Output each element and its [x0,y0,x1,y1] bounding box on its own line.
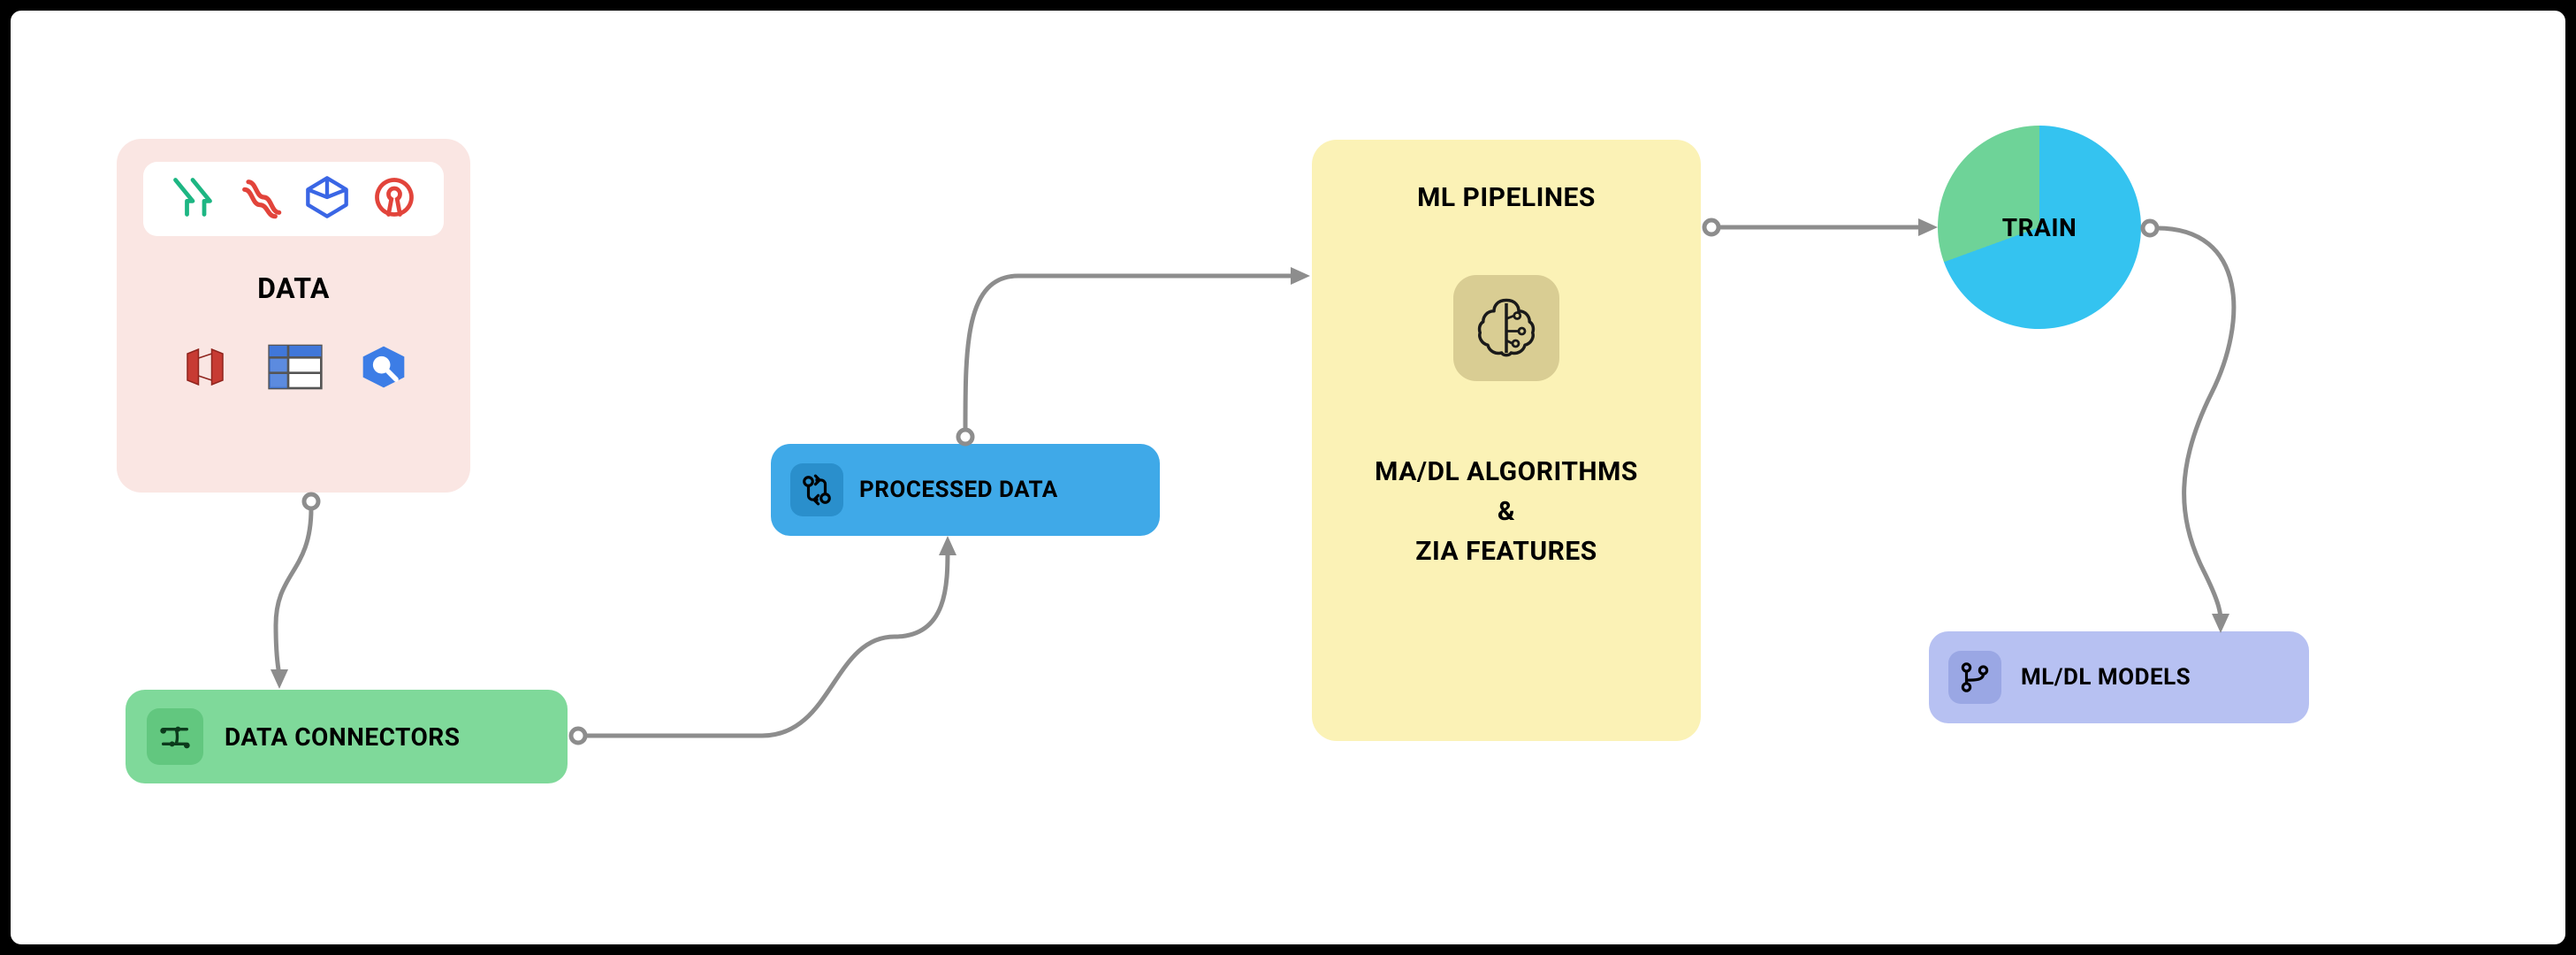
models-label: ML/DL MODELS [2021,664,2191,691]
arrow-train-to-models [2132,216,2327,640]
bigquery-icon [359,342,408,395]
ml-pipelines-subtitle: MA/DL ALGORITHMS & ZIA FEATURES [1375,452,1638,571]
redshift-icon [179,340,232,397]
pipelines-subtitle-amp: & [1498,496,1515,527]
train-node: TRAIN [1938,126,2141,329]
data-sources-card: DATA [117,139,470,493]
airbyte-icon [170,174,216,224]
pipelines-subtitle-line1: MA/DL ALGORITHMS [1375,456,1638,487]
brain-icon [1453,275,1559,381]
data-sources-row-2 [161,340,426,397]
table-icon [267,342,324,395]
git-branch-icon [1948,651,2001,704]
connector-icon [147,708,203,765]
arrow-pipelines-to-train [1701,210,1948,245]
abstract-icon [304,174,350,224]
ml-pipelines-title: ML PIPELINES [1417,182,1596,213]
train-label: TRAIN [2002,213,2077,242]
data-connectors-node: DATA CONNECTORS [126,690,568,783]
arrow-connectors-to-processed [568,531,974,752]
retool-icon [237,174,283,224]
opensource-icon [371,174,417,224]
processed-data-node: PROCESSED DATA [771,444,1160,536]
arrow-data-to-connectors [258,493,364,691]
models-node: ML/DL MODELS [1929,631,2309,723]
data-sources-row-1 [143,162,444,236]
ml-pipelines-card: ML PIPELINES MA/DL ALGORITHMS & ZIA FEAT… [1312,140,1701,741]
arrow-processed-to-pipelines [948,241,1319,453]
pipelines-subtitle-line2: ZIA FEATURES [1415,536,1597,567]
processed-data-label: PROCESSED DATA [859,477,1058,503]
data-connectors-label: DATA CONNECTORS [225,722,460,752]
data-sources-title: DATA [257,271,330,305]
diagram-canvas: DATA DATA CONNECTORS PROCESSED DATA ML P… [0,0,2576,955]
git-compare-icon [790,463,843,516]
